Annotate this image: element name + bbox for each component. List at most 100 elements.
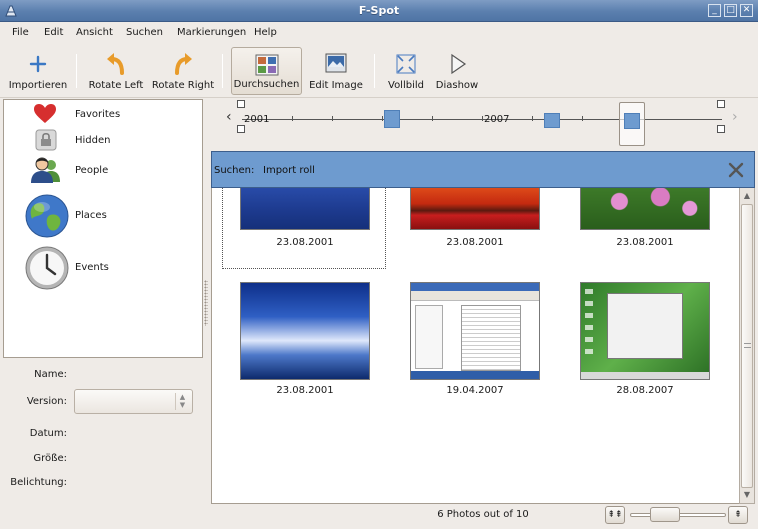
heart-icon <box>34 104 56 123</box>
menu-view[interactable]: Ansicht <box>76 27 113 38</box>
search-label: Suchen: <box>214 165 255 176</box>
version-select[interactable]: ▲ ▼ <box>74 389 193 414</box>
timeline-handle-bottom-left[interactable] <box>237 125 245 133</box>
menu-tags[interactable]: Markierungen <box>177 27 246 38</box>
fullscreen-icon <box>396 54 416 74</box>
category-hidden[interactable]: Hidden <box>4 128 202 152</box>
toolbar-separator <box>374 54 375 88</box>
photo-thumbnail[interactable] <box>410 188 540 230</box>
category-label: Hidden <box>75 135 111 146</box>
photo-grid-scrollbar[interactable]: ▲ ▼ <box>739 188 755 504</box>
search-bar: Suchen: Import roll <box>211 151 755 188</box>
zoom-in-tree-icon: ⇞ <box>734 510 742 520</box>
play-icon <box>451 53 467 75</box>
people-icon <box>31 157 60 183</box>
menu-help[interactable]: Help <box>254 27 277 38</box>
menu-edit[interactable]: Edit <box>44 27 63 38</box>
screenshot-window <box>607 293 683 359</box>
info-size-label: Größe: <box>33 453 67 464</box>
timeline-bar-selected <box>624 113 640 129</box>
timeline-handle-bottom-right[interactable] <box>717 125 725 133</box>
menu-file[interactable]: File <box>12 27 29 38</box>
zoom-out-button[interactable]: ⇞⇞ <box>605 506 625 524</box>
photo-thumbnail[interactable] <box>240 188 370 230</box>
info-version-label: Version: <box>26 396 67 407</box>
photo-thumbnail[interactable] <box>580 282 710 380</box>
toolbar-separator <box>222 54 223 88</box>
category-label: People <box>75 165 109 176</box>
rotate-right-label: Rotate Right <box>151 80 215 91</box>
maximize-button[interactable]: □ <box>724 4 737 17</box>
screenshot-taskbar <box>411 371 539 379</box>
category-label: Places <box>75 210 107 221</box>
toolbar-separator <box>76 54 77 88</box>
timeline-prev-icon[interactable]: ‹ <box>226 109 232 125</box>
timeline-tick <box>432 116 433 121</box>
scroll-up-icon[interactable]: ▲ <box>740 189 754 203</box>
timeline-tick <box>582 116 583 121</box>
import-button[interactable]: Importieren <box>6 47 70 95</box>
clock-icon <box>25 246 69 290</box>
window-title: F-Spot <box>358 4 400 17</box>
search-term[interactable]: Import roll <box>263 165 315 176</box>
screenshot-titlebar <box>411 283 539 291</box>
plus-icon <box>29 55 47 73</box>
menu-search[interactable]: Suchen <box>126 27 163 38</box>
pane-resize-handle[interactable] <box>204 280 208 326</box>
timeline-handle-top-right[interactable] <box>717 100 725 108</box>
category-favorites[interactable]: Favorites <box>4 104 202 126</box>
timeline-handle-top-left[interactable] <box>237 100 245 108</box>
photo-date: 23.08.2001 <box>276 385 334 396</box>
grip-icon <box>744 343 751 348</box>
photo-date: 23.08.2001 <box>446 237 504 248</box>
screenshot-taskbar <box>581 372 709 379</box>
timeline-selection-window[interactable] <box>619 102 645 146</box>
timeline-tick <box>292 116 293 121</box>
zoom-slider-handle[interactable] <box>650 507 680 522</box>
timeline-bar-2007[interactable] <box>544 113 560 128</box>
scrollbar-thumb[interactable] <box>741 204 753 488</box>
info-name-label: Name: <box>34 369 67 380</box>
photo-date: 28.08.2007 <box>616 385 674 396</box>
edit-image-icon <box>325 53 347 73</box>
slideshow-label: Diashow <box>435 80 479 91</box>
scroll-down-icon[interactable]: ▼ <box>740 488 754 502</box>
photo-grid: 23.08.2001 23.08.2001 23.08.2001 23.08.2… <box>211 188 739 504</box>
screenshot-desktop-icons <box>585 289 593 359</box>
category-events[interactable]: Events <box>4 242 202 292</box>
category-people[interactable]: People <box>4 154 202 186</box>
slideshow-button[interactable]: Diashow <box>433 47 481 95</box>
photo-date: 23.08.2001 <box>276 237 334 248</box>
timeline-bar-2001[interactable] <box>384 110 400 128</box>
photo-thumbnail[interactable] <box>410 282 540 380</box>
timeline[interactable]: ‹ 2001 2007 › <box>222 99 748 146</box>
close-window-button[interactable]: ✕ <box>740 4 753 17</box>
info-exposure-label: Belichtung: <box>10 477 67 488</box>
timeline-tick <box>532 116 533 121</box>
timeline-next-icon[interactable]: › <box>732 109 738 125</box>
browse-button[interactable]: Durchsuchen <box>231 47 302 95</box>
timeline-tick <box>482 116 483 121</box>
fullscreen-label: Vollbild <box>388 80 424 91</box>
screenshot-sidebar <box>415 305 443 369</box>
category-label: Favorites <box>75 109 121 120</box>
toolbar: Importieren Rotate Left Rotate Right Dur… <box>0 44 758 98</box>
edit-image-label: Edit Image <box>309 80 363 91</box>
minimize-button[interactable]: _ <box>708 4 721 17</box>
rotate-left-button[interactable]: Rotate Left <box>84 47 148 95</box>
title-bar: F-Spot _ □ ✕ <box>0 0 758 22</box>
rotate-right-button[interactable]: Rotate Right <box>150 47 216 95</box>
photo-thumbnail[interactable] <box>580 188 710 230</box>
rotate-right-icon <box>175 53 192 75</box>
spin-arrows-icon: ▲ ▼ <box>175 393 189 410</box>
timeline-year-start: 2001 <box>244 114 270 125</box>
photo-thumbnail[interactable] <box>240 282 370 380</box>
category-places[interactable]: Places <box>4 190 202 240</box>
zoom-in-button[interactable]: ⇞ <box>728 506 748 524</box>
timeline-year-mid: 2007 <box>484 114 510 125</box>
photo-date: 19.04.2007 <box>446 385 504 396</box>
clear-search-icon[interactable] <box>727 161 745 179</box>
category-label: Events <box>75 262 109 273</box>
fullscreen-button[interactable]: Vollbild <box>383 47 429 95</box>
edit-image-button[interactable]: Edit Image <box>306 47 366 95</box>
